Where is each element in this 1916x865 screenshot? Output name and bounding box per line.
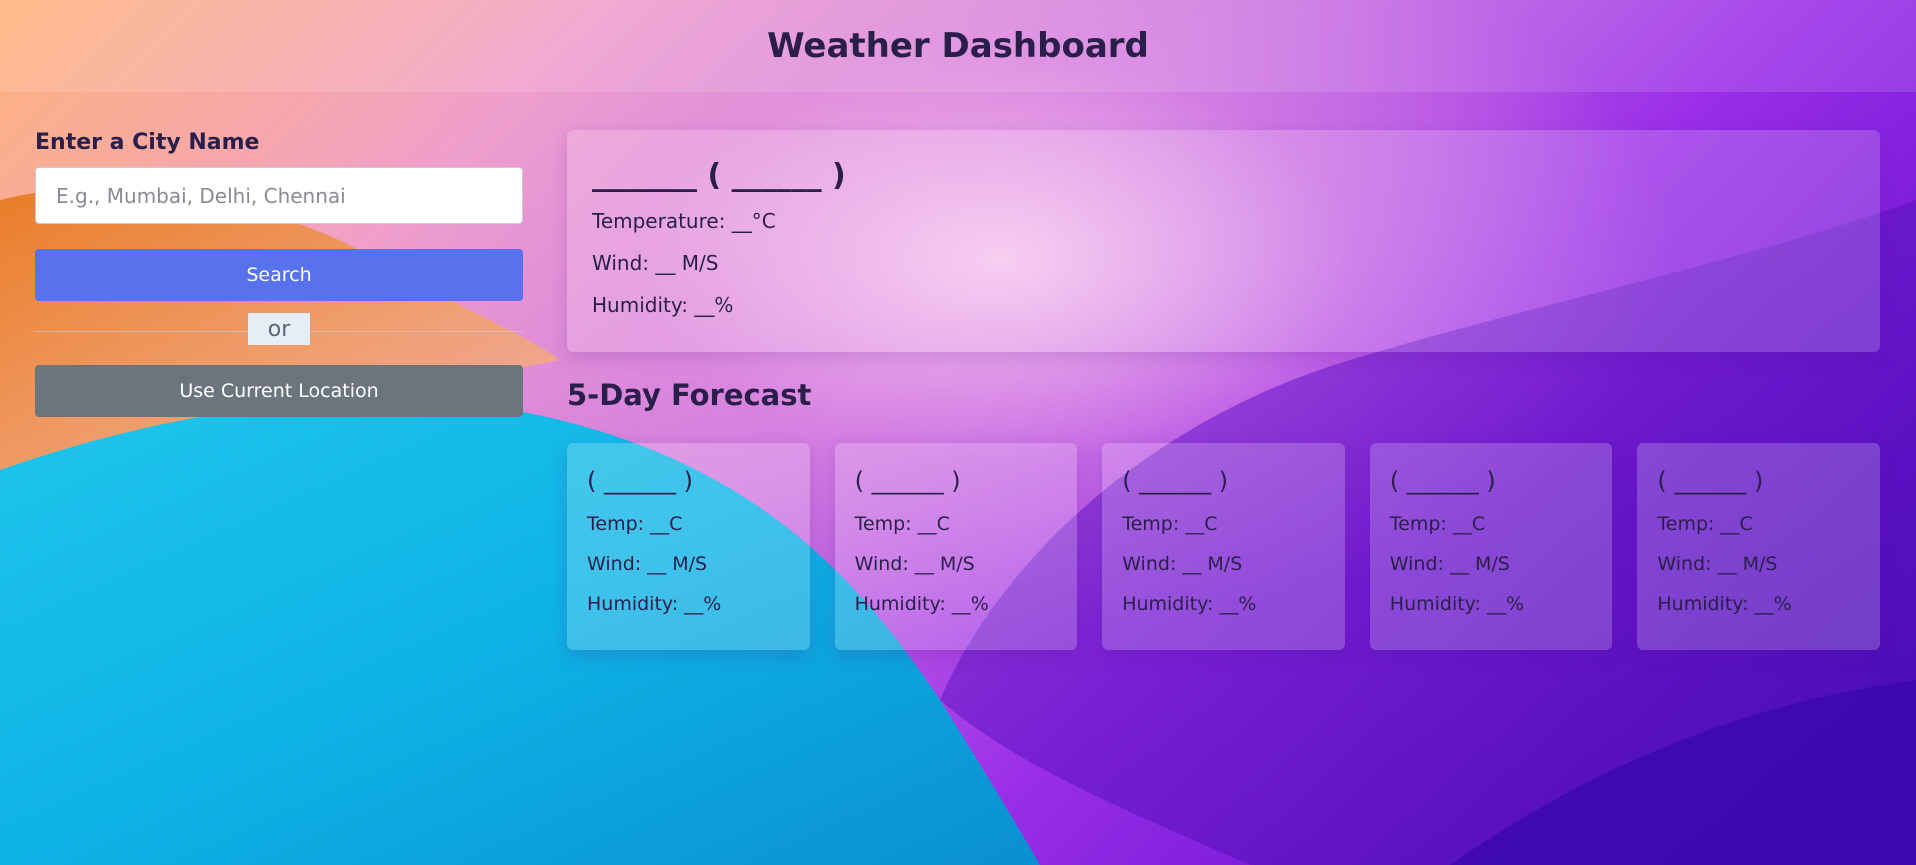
forecast-card: ( ______ ) Temp: __C Wind: __ M/S Humidi… xyxy=(1102,443,1345,650)
forecast-wind: Wind: __ M/S xyxy=(1122,553,1243,575)
forecast-wind: Wind: __ M/S xyxy=(1389,553,1510,575)
current-wind: Wind: __ M/S xyxy=(592,251,719,275)
city-search-input[interactable] xyxy=(35,167,523,224)
forecast-wind: Wind: __ M/S xyxy=(854,553,975,575)
forecast-date: ( ______ ) xyxy=(1389,467,1496,495)
forecast-wind: Wind: __ M/S xyxy=(1657,553,1778,575)
forecast-date: ( ______ ) xyxy=(587,467,693,495)
use-current-location-button[interactable]: Use Current Location xyxy=(35,365,523,417)
forecast-humidity: Humidity: __% xyxy=(1389,593,1525,615)
forecast-cards: ( ______ ) Temp: __C Wind: __ M/S Humidi… xyxy=(567,443,1880,650)
forecast-humidity: Humidity: __% xyxy=(854,593,989,615)
forecast-card: ( ______ ) Temp: __C Wind: __ M/S Humidi… xyxy=(1637,443,1880,650)
forecast-temp: Temp: __C xyxy=(854,513,950,535)
current-humidity: Humidity: __% xyxy=(592,293,734,317)
forecast-humidity: Humidity: __% xyxy=(1122,593,1257,615)
header-bar: Weather Dashboard xyxy=(0,0,1916,92)
forecast-humidity: Humidity: __% xyxy=(587,593,722,615)
current-city-date: _______ ( ______ ) xyxy=(592,158,846,193)
forecast-date: ( ______ ) xyxy=(854,467,961,495)
page-title: Weather Dashboard xyxy=(767,26,1149,66)
forecast-date: ( ______ ) xyxy=(1657,467,1764,495)
forecast-card: ( ______ ) Temp: __C Wind: __ M/S Humidi… xyxy=(834,443,1078,650)
search-button[interactable]: Search xyxy=(35,249,523,301)
current-temperature: Temperature: __°C xyxy=(592,209,776,233)
forecast-date: ( ______ ) xyxy=(1122,467,1229,495)
forecast-temp: Temp: __C xyxy=(587,513,683,535)
or-separator: or xyxy=(35,313,523,351)
city-label: Enter a City Name xyxy=(35,130,260,155)
forecast-wind: Wind: __ M/S xyxy=(587,553,708,575)
forecast-card: ( ______ ) Temp: __C Wind: __ M/S Humidi… xyxy=(1369,443,1613,650)
forecast-temp: Temp: __C xyxy=(1122,513,1218,535)
forecast-temp: Temp: __C xyxy=(1657,513,1753,535)
current-weather-card: _______ ( ______ ) Temperature: __°C Win… xyxy=(567,130,1880,352)
forecast-card: ( ______ ) Temp: __C Wind: __ M/S Humidi… xyxy=(567,443,810,650)
forecast-title: 5-Day Forecast xyxy=(567,378,812,412)
separator-label: or xyxy=(248,313,310,345)
forecast-temp: Temp: __C xyxy=(1389,513,1486,535)
search-panel: Enter a City Name Search or Use Current … xyxy=(35,130,523,417)
forecast-humidity: Humidity: __% xyxy=(1657,593,1792,615)
